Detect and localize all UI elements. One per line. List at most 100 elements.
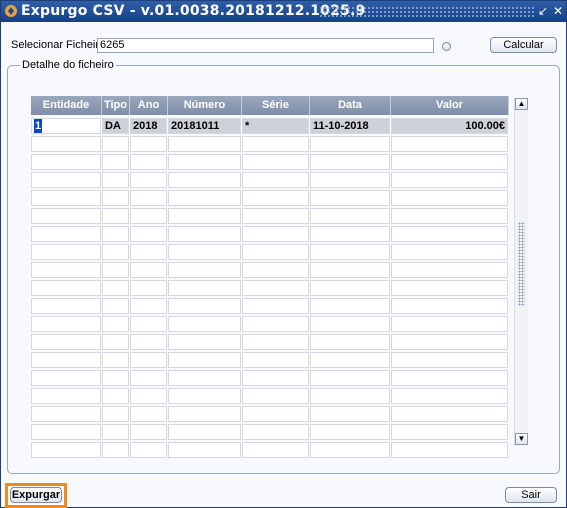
empty-cell[interactable] — [391, 280, 508, 296]
empty-cell[interactable] — [102, 388, 129, 404]
scroll-up-icon[interactable]: ▲ — [515, 98, 528, 110]
empty-cell[interactable] — [168, 136, 241, 152]
empty-cell[interactable] — [102, 172, 129, 188]
empty-cell[interactable] — [242, 316, 309, 332]
empty-cell[interactable] — [31, 154, 101, 170]
empty-cell[interactable] — [310, 226, 390, 242]
empty-cell[interactable] — [31, 226, 101, 242]
empty-cell[interactable] — [310, 298, 390, 314]
empty-cell[interactable] — [130, 442, 167, 458]
empty-cell[interactable] — [310, 154, 390, 170]
column-header[interactable]: Série — [242, 96, 310, 115]
empty-cell[interactable] — [391, 244, 508, 260]
empty-cell[interactable] — [130, 388, 167, 404]
minimize-icon[interactable]: ↙ — [537, 4, 549, 18]
empty-cell[interactable] — [242, 244, 309, 260]
empty-cell[interactable] — [391, 154, 508, 170]
empty-cell[interactable] — [242, 334, 309, 350]
empty-cell[interactable] — [391, 226, 508, 242]
empty-cell[interactable] — [102, 280, 129, 296]
column-header[interactable]: Data — [310, 96, 391, 115]
empty-cell[interactable] — [391, 352, 508, 368]
empty-cell[interactable] — [310, 136, 390, 152]
empty-cell[interactable] — [242, 280, 309, 296]
empty-cell[interactable] — [310, 388, 390, 404]
empty-cell[interactable] — [168, 154, 241, 170]
empty-cell[interactable] — [130, 136, 167, 152]
empty-cell[interactable] — [242, 226, 309, 242]
empty-cell[interactable] — [242, 154, 309, 170]
empty-cell[interactable] — [242, 442, 309, 458]
calculate-button[interactable]: Calcular — [490, 37, 557, 53]
empty-cell[interactable] — [102, 370, 129, 386]
file-radio[interactable] — [442, 42, 451, 51]
empty-cell[interactable] — [310, 208, 390, 224]
scroll-grip[interactable] — [518, 222, 525, 306]
empty-cell[interactable] — [130, 334, 167, 350]
empty-cell[interactable] — [130, 280, 167, 296]
empty-cell[interactable] — [130, 172, 167, 188]
empty-cell[interactable] — [310, 244, 390, 260]
empty-cell[interactable] — [168, 262, 241, 278]
empty-cell[interactable] — [168, 226, 241, 242]
empty-cell[interactable] — [102, 226, 129, 242]
empty-cell[interactable] — [31, 316, 101, 332]
empty-cell[interactable] — [310, 352, 390, 368]
empty-cell[interactable] — [391, 298, 508, 314]
empty-cell[interactable] — [310, 442, 390, 458]
empty-cell[interactable] — [310, 280, 390, 296]
table-cell[interactable]: 11-10-2018 — [310, 118, 390, 134]
empty-cell[interactable] — [242, 190, 309, 206]
empty-cell[interactable] — [391, 316, 508, 332]
empty-cell[interactable] — [168, 280, 241, 296]
empty-cell[interactable] — [102, 334, 129, 350]
table-cell[interactable]: 2018 — [130, 118, 167, 134]
empty-cell[interactable] — [102, 406, 129, 422]
empty-cell[interactable] — [130, 262, 167, 278]
empty-cell[interactable] — [168, 424, 241, 440]
empty-cell[interactable] — [242, 388, 309, 404]
empty-cell[interactable] — [310, 316, 390, 332]
empty-cell[interactable] — [242, 406, 309, 422]
empty-cell[interactable] — [168, 370, 241, 386]
empty-cell[interactable] — [102, 136, 129, 152]
column-header[interactable]: Número — [168, 96, 242, 115]
empty-cell[interactable] — [391, 172, 508, 188]
empty-cell[interactable] — [168, 406, 241, 422]
empty-cell[interactable] — [102, 262, 129, 278]
empty-cell[interactable] — [130, 154, 167, 170]
empty-cell[interactable] — [168, 442, 241, 458]
empty-cell[interactable] — [130, 244, 167, 260]
empty-cell[interactable] — [102, 154, 129, 170]
empty-cell[interactable] — [130, 352, 167, 368]
table-cell[interactable]: * — [242, 118, 309, 134]
empty-cell[interactable] — [31, 352, 101, 368]
empty-cell[interactable] — [391, 388, 508, 404]
empty-cell[interactable] — [31, 298, 101, 314]
empty-cell[interactable] — [102, 442, 129, 458]
table-cell[interactable]: DA — [102, 118, 129, 134]
empty-cell[interactable] — [168, 352, 241, 368]
empty-cell[interactable] — [391, 424, 508, 440]
empty-cell[interactable] — [130, 190, 167, 206]
empty-cell[interactable] — [168, 208, 241, 224]
empty-cell[interactable] — [102, 208, 129, 224]
empty-cell[interactable] — [310, 334, 390, 350]
empty-cell[interactable] — [102, 190, 129, 206]
empty-cell[interactable] — [31, 442, 101, 458]
empty-cell[interactable] — [102, 424, 129, 440]
empty-cell[interactable] — [391, 136, 508, 152]
empty-cell[interactable] — [391, 406, 508, 422]
empty-cell[interactable] — [130, 370, 167, 386]
empty-cell[interactable] — [130, 424, 167, 440]
empty-cell[interactable] — [31, 334, 101, 350]
empty-cell[interactable] — [31, 280, 101, 296]
empty-cell[interactable] — [168, 190, 241, 206]
empty-cell[interactable] — [391, 208, 508, 224]
empty-cell[interactable] — [310, 370, 390, 386]
empty-cell[interactable] — [242, 424, 309, 440]
empty-cell[interactable] — [242, 370, 309, 386]
empty-cell[interactable] — [391, 262, 508, 278]
empty-cell[interactable] — [310, 424, 390, 440]
empty-cell[interactable] — [31, 262, 101, 278]
